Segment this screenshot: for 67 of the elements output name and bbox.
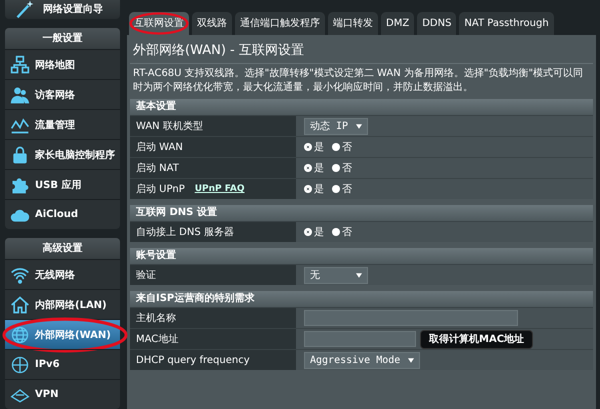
sidebar-item[interactable]: USB 应用	[5, 169, 120, 199]
tab[interactable]: DMZ	[381, 12, 414, 35]
dropdown[interactable]: 动态 IP	[304, 118, 368, 134]
globe-icon	[10, 324, 30, 344]
description: RT-AC68U 支持双线路。选择"故障转移"模式设定第二 WAN 为备用网络。选择"负载均衡"模式可以同时为两个网络优化带宽，最大化流通量，最小化响应时间，并防止数据溢出。	[132, 66, 584, 95]
sidebar-item[interactable]: AiCloud	[5, 199, 120, 229]
radio-button[interactable]	[332, 164, 340, 172]
radio-label: 否	[342, 183, 352, 196]
section-header: 来自ISP运营商的特别需求	[130, 291, 593, 307]
sidebar-item[interactable]: 无线网络	[5, 259, 120, 289]
tab[interactable]: 端口转发	[328, 12, 378, 35]
field-label: DHCP query frequency	[136, 354, 250, 366]
tab[interactable]: 双线路	[192, 12, 232, 35]
tab[interactable]: NAT Passthrough	[459, 12, 554, 35]
caret-icon	[408, 358, 414, 362]
input-field[interactable]	[304, 310, 518, 326]
field-label: 验证	[136, 269, 156, 282]
radio-label: 是	[314, 226, 324, 239]
group-header: 一般设置	[5, 28, 120, 49]
sidebar-item[interactable]: IPv6	[5, 349, 120, 379]
sidebar-item[interactable]: 网络地图	[5, 49, 120, 79]
dropdown[interactable]: 无	[304, 266, 368, 284]
tab[interactable]: DDNS	[417, 12, 456, 35]
radio-label: 否	[342, 141, 352, 154]
field-label: WAN 联机类型	[136, 120, 203, 133]
caret-icon	[356, 272, 362, 278]
dropdown[interactable]: Aggressive Mode	[304, 352, 420, 368]
radio-label: 否	[342, 162, 352, 175]
field-label: 启动 WAN	[136, 140, 183, 154]
radio-label: 是	[314, 183, 324, 196]
home-icon	[10, 294, 30, 314]
ipv6-icon	[10, 354, 30, 374]
sidebar-item[interactable]: 流量管理	[5, 109, 120, 139]
radio-button[interactable]	[332, 228, 340, 236]
field-label: 主机名称	[136, 312, 176, 325]
radio-label: 是	[314, 162, 324, 175]
sidebar-item[interactable]: 访客网络	[5, 79, 120, 109]
wizard-label: 网络设置向导	[43, 2, 103, 16]
sidebar-item[interactable]: 家长电脑控制程序	[5, 139, 120, 169]
section-header: 账号设置	[130, 248, 593, 264]
wand-icon	[15, 0, 35, 18]
field-label: 自动接上 DNS 服务器	[136, 226, 234, 239]
input-field[interactable]	[304, 331, 416, 347]
guests-icon	[10, 84, 30, 104]
radio-button[interactable]	[332, 143, 340, 151]
faq-link[interactable]: UPnP FAQ	[194, 184, 245, 194]
group-header: 高级设置	[5, 238, 120, 259]
field-label: 启动 UPnP	[136, 182, 185, 196]
caret-icon	[356, 124, 362, 128]
sidebar-item[interactable]: VPN	[5, 379, 120, 409]
radio-button[interactable]	[304, 185, 312, 193]
radio-label: 否	[342, 226, 352, 239]
radio-button[interactable]	[304, 164, 312, 172]
field-label: MAC地址	[136, 332, 178, 346]
tab[interactable]: 互联网设置	[129, 12, 189, 35]
radio-button[interactable]	[304, 143, 312, 151]
section-header: 互联网 DNS 设置	[130, 205, 593, 221]
network-icon	[10, 54, 30, 74]
section-header: 基本设置	[130, 99, 593, 115]
field-label: 启动 NAT	[136, 162, 179, 175]
radio-button[interactable]	[304, 228, 312, 236]
get-mac-button[interactable]: 取得计算机MAC地址	[420, 330, 534, 348]
page-title: 外部网络(WAN) - 互联网设置	[130, 35, 593, 64]
radio-button[interactable]	[332, 185, 340, 193]
radio-label: 是	[314, 141, 324, 154]
tab[interactable]: 通信端口触发程序	[235, 12, 325, 35]
wizard-button[interactable]: 网络设置向导	[5, 0, 120, 19]
